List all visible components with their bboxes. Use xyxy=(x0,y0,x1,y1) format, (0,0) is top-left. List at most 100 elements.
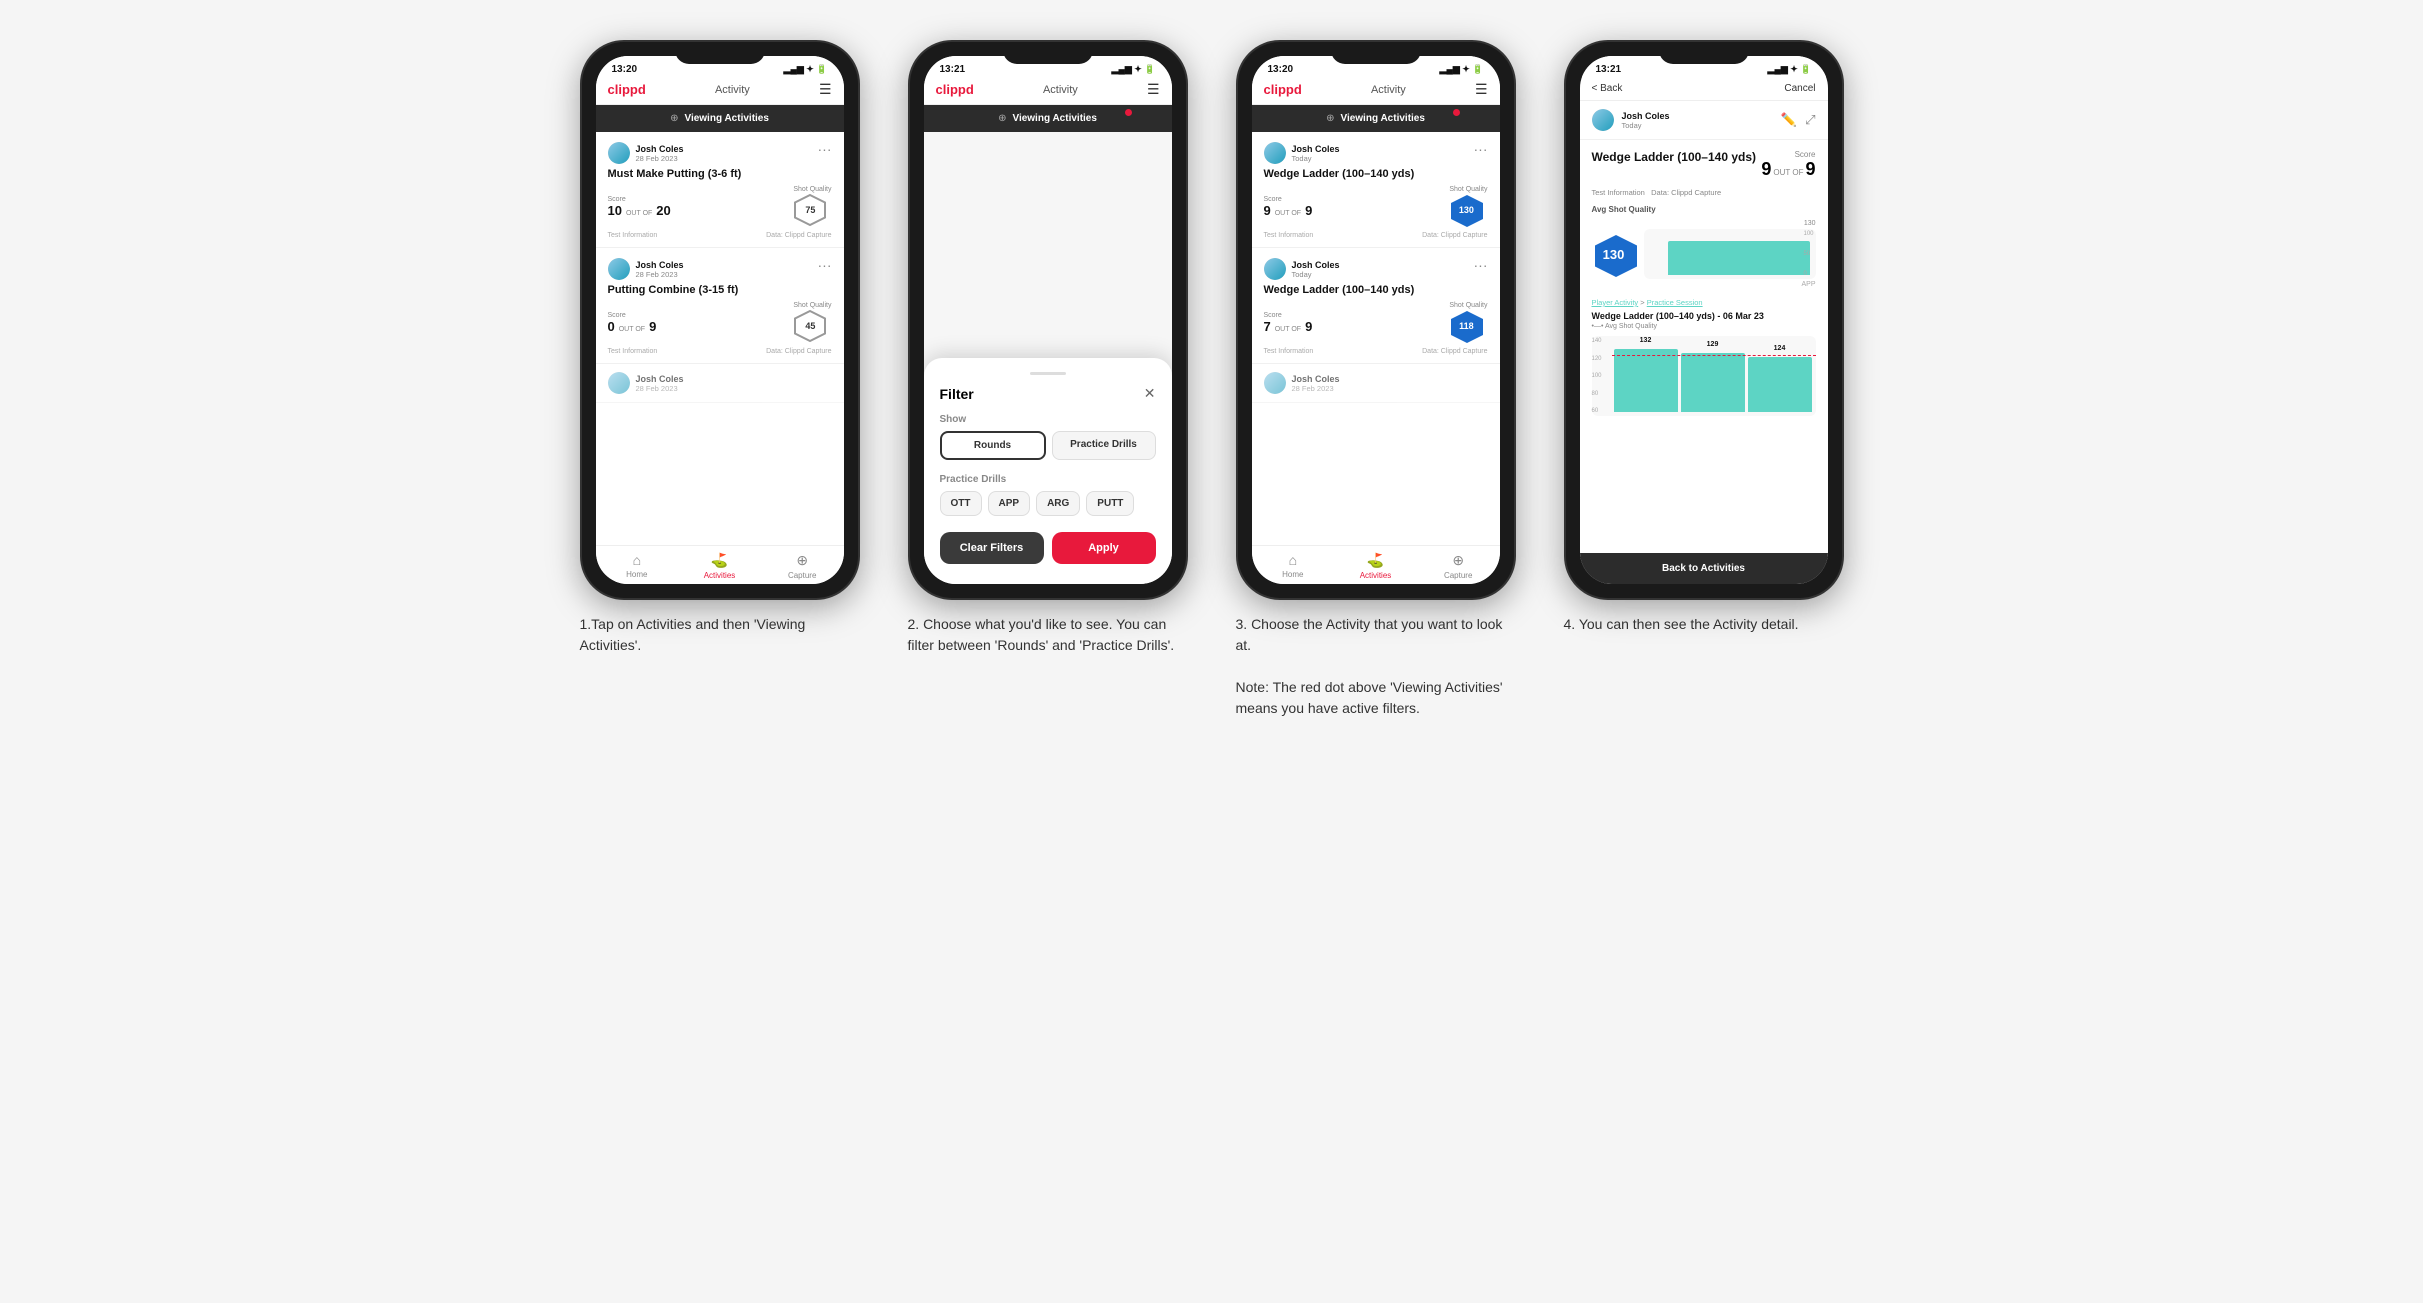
back-to-activities-button-4[interactable]: Back to Activities xyxy=(1580,553,1828,584)
phone-inner-2: 13:21 ▂▄▆ ✦ 🔋 clippd Activity ☰ ⊕ Viewin… xyxy=(924,56,1172,584)
user-info-3-1: Josh Coles Today xyxy=(1264,142,1340,164)
nav-activities-1[interactable]: ⛳ Activities xyxy=(678,552,761,580)
shots-val-4: 9 xyxy=(1805,159,1815,180)
score-val-1-2: 0 xyxy=(608,319,615,334)
bar-2-4: 129 xyxy=(1681,353,1745,412)
drill-ott[interactable]: OTT xyxy=(940,491,982,516)
phone-inner-3: 13:20 ▂▄▆ ✦ 🔋 clippd Activity ☰ ⊕ Viewin… xyxy=(1252,56,1500,584)
expand-icon-4[interactable]: ⤢ xyxy=(1805,112,1815,128)
nav-capture-label-1: Capture xyxy=(788,571,816,580)
nav-capture-1[interactable]: ⊕ Capture xyxy=(761,552,844,580)
footer-right-3-1: Data: Clippd Capture xyxy=(1422,232,1487,239)
footer-left-3-1: Test Information xyxy=(1264,232,1314,239)
clear-filters-button[interactable]: Clear Filters xyxy=(940,532,1044,564)
notch-2 xyxy=(1003,42,1093,64)
footer-left-1-2: Test Information xyxy=(608,348,658,355)
hamburger-2[interactable]: ☰ xyxy=(1147,81,1160,98)
caption-2: 2. Choose what you'd like to see. You ca… xyxy=(908,614,1188,656)
viewing-banner-2[interactable]: ⊕ Viewing Activities xyxy=(924,105,1172,132)
activity-card-1-1[interactable]: Josh Coles 28 Feb 2023 ··· Must Make Put… xyxy=(596,132,844,248)
drill-arg[interactable]: ARG xyxy=(1036,491,1080,516)
avatar-3-3 xyxy=(1264,372,1286,394)
score-label-1-2: Score xyxy=(608,312,657,319)
user-date-1-3: 28 Feb 2023 xyxy=(636,384,684,393)
nav-capture-label-3: Capture xyxy=(1444,571,1472,580)
bars-container-4: 132 129 124 xyxy=(1614,340,1812,412)
detail-user-date-4: Today xyxy=(1622,121,1670,130)
cancel-button-4[interactable]: Cancel xyxy=(1784,83,1815,94)
hamburger-3[interactable]: ☰ xyxy=(1475,81,1488,98)
toggle-rounds[interactable]: Rounds xyxy=(940,431,1046,460)
bar-3-4: 124 xyxy=(1748,357,1812,412)
logo-3: clippd xyxy=(1264,82,1302,97)
status-icons-1: ▂▄▆ ✦ 🔋 xyxy=(784,64,828,75)
caption-3: 3. Choose the Activity that you want to … xyxy=(1236,614,1516,719)
stat-sq-1-1: Shot Quality 75 xyxy=(793,186,831,227)
viewing-banner-1[interactable]: ⊕ Viewing Activities xyxy=(596,105,844,132)
more-dots-3-2[interactable]: ··· xyxy=(1474,258,1488,272)
show-label: Show xyxy=(940,414,1156,425)
status-time-4: 13:21 xyxy=(1596,64,1622,75)
score-val-1-1: 10 xyxy=(608,203,622,218)
user-info-1-2: Josh Coles 28 Feb 2023 xyxy=(608,258,684,280)
nav-home-1[interactable]: ⌂ Home xyxy=(596,552,679,580)
phone-inner-1: 13:20 ▂▄▆ ✦ 🔋 clippd Activity ☰ ⊕ Viewin… xyxy=(596,56,844,584)
outof-1-1: OUT OF xyxy=(626,210,652,217)
user-name-1-3: Josh Coles xyxy=(636,374,684,384)
user-date-3-2: Today xyxy=(1292,270,1340,279)
status-icons-3: ▂▄▆ ✦ 🔋 xyxy=(1440,64,1484,75)
nav-capture-3[interactable]: ⊕ Capture xyxy=(1417,552,1500,580)
phone-col-2: 13:21 ▂▄▆ ✦ 🔋 clippd Activity ☰ ⊕ Viewin… xyxy=(898,40,1198,656)
user-info-1-3: Josh Coles 28 Feb 2023 xyxy=(608,372,832,394)
back-button-4[interactable]: < Back xyxy=(1592,83,1623,94)
more-dots-3-1[interactable]: ··· xyxy=(1474,142,1488,156)
chart-area-4: 130 100 50 0 APP xyxy=(1644,220,1816,288)
stat-sq-3-2: Shot Quality 118 xyxy=(1449,302,1487,343)
logo-2: clippd xyxy=(936,82,974,97)
shots-val-3-2: 9 xyxy=(1305,319,1312,334)
nav-home-label-3: Home xyxy=(1282,570,1303,579)
stats-row-1-1: Score 10 OUT OF 20 Shot Quality xyxy=(608,186,832,227)
avatar-1-3 xyxy=(608,372,630,394)
avatar-3-1 xyxy=(1264,142,1286,164)
close-btn[interactable]: ✕ xyxy=(1144,385,1156,402)
card-header-3-1: Josh Coles Today ··· xyxy=(1264,142,1488,164)
user-date-1-1: 28 Feb 2023 xyxy=(636,154,684,163)
avatar-4 xyxy=(1592,109,1614,131)
modal-handle xyxy=(1030,372,1066,375)
activity-card-1-2[interactable]: Josh Coles 28 Feb 2023 ··· Putting Combi… xyxy=(596,248,844,364)
nav-home-3[interactable]: ⌂ Home xyxy=(1252,552,1335,580)
toggle-row: Rounds Practice Drills xyxy=(940,431,1156,460)
user-date-3-1: Today xyxy=(1292,154,1340,163)
more-dots-1-1[interactable]: ··· xyxy=(818,142,832,156)
footer-left-3-2: Test Information xyxy=(1264,348,1314,355)
detail-actions-4: ✏️ ⤢ xyxy=(1781,112,1816,128)
activity-card-3-2[interactable]: Josh Coles Today ··· Wedge Ladder (100–1… xyxy=(1252,248,1500,364)
chart-max-label-4: 130 xyxy=(1804,220,1816,227)
drill-putt[interactable]: PUTT xyxy=(1086,491,1134,516)
capture-icon-3: ⊕ xyxy=(1452,552,1464,569)
drill-app[interactable]: APP xyxy=(988,491,1031,516)
avg-shot-row-4: 130 130 100 50 0 xyxy=(1592,220,1816,288)
more-dots-1-2[interactable]: ··· xyxy=(818,258,832,272)
activities-icon-1: ⛳ xyxy=(711,552,728,569)
score-row-3-1: 9 OUT OF 9 xyxy=(1264,203,1313,218)
viewing-banner-3[interactable]: ⊕ Viewing Activities xyxy=(1252,105,1500,132)
home-icon-1: ⌂ xyxy=(633,552,641,568)
sq-label-3-1: Shot Quality xyxy=(1449,186,1487,193)
activity-card-3-1[interactable]: Josh Coles Today ··· Wedge Ladder (100–1… xyxy=(1252,132,1500,248)
hamburger-1[interactable]: ☰ xyxy=(819,81,832,98)
bottom-nav-1: ⌂ Home ⛳ Activities ⊕ Capture xyxy=(596,545,844,584)
score-row-1-2: 0 OUT OF 9 xyxy=(608,319,657,334)
nav-activities-3[interactable]: ⛳ Activities xyxy=(1334,552,1417,580)
edit-icon-4[interactable]: ✏️ xyxy=(1781,112,1797,128)
user-info-1-1: Josh Coles 28 Feb 2023 xyxy=(608,142,684,164)
stats-row-1-2: Score 0 OUT OF 9 Shot Quality xyxy=(608,302,832,343)
toggle-practice-drills[interactable]: Practice Drills xyxy=(1052,431,1156,460)
detail-content-4: Wedge Ladder (100–140 yds) Score 9 OUT O… xyxy=(1580,140,1828,553)
score-label-3-1: Score xyxy=(1264,196,1313,203)
nav-activities-label-3: Activities xyxy=(1360,571,1392,580)
user-name-3-2: Josh Coles xyxy=(1292,260,1340,270)
apply-button[interactable]: Apply xyxy=(1052,532,1156,564)
avatar-1-2 xyxy=(608,258,630,280)
